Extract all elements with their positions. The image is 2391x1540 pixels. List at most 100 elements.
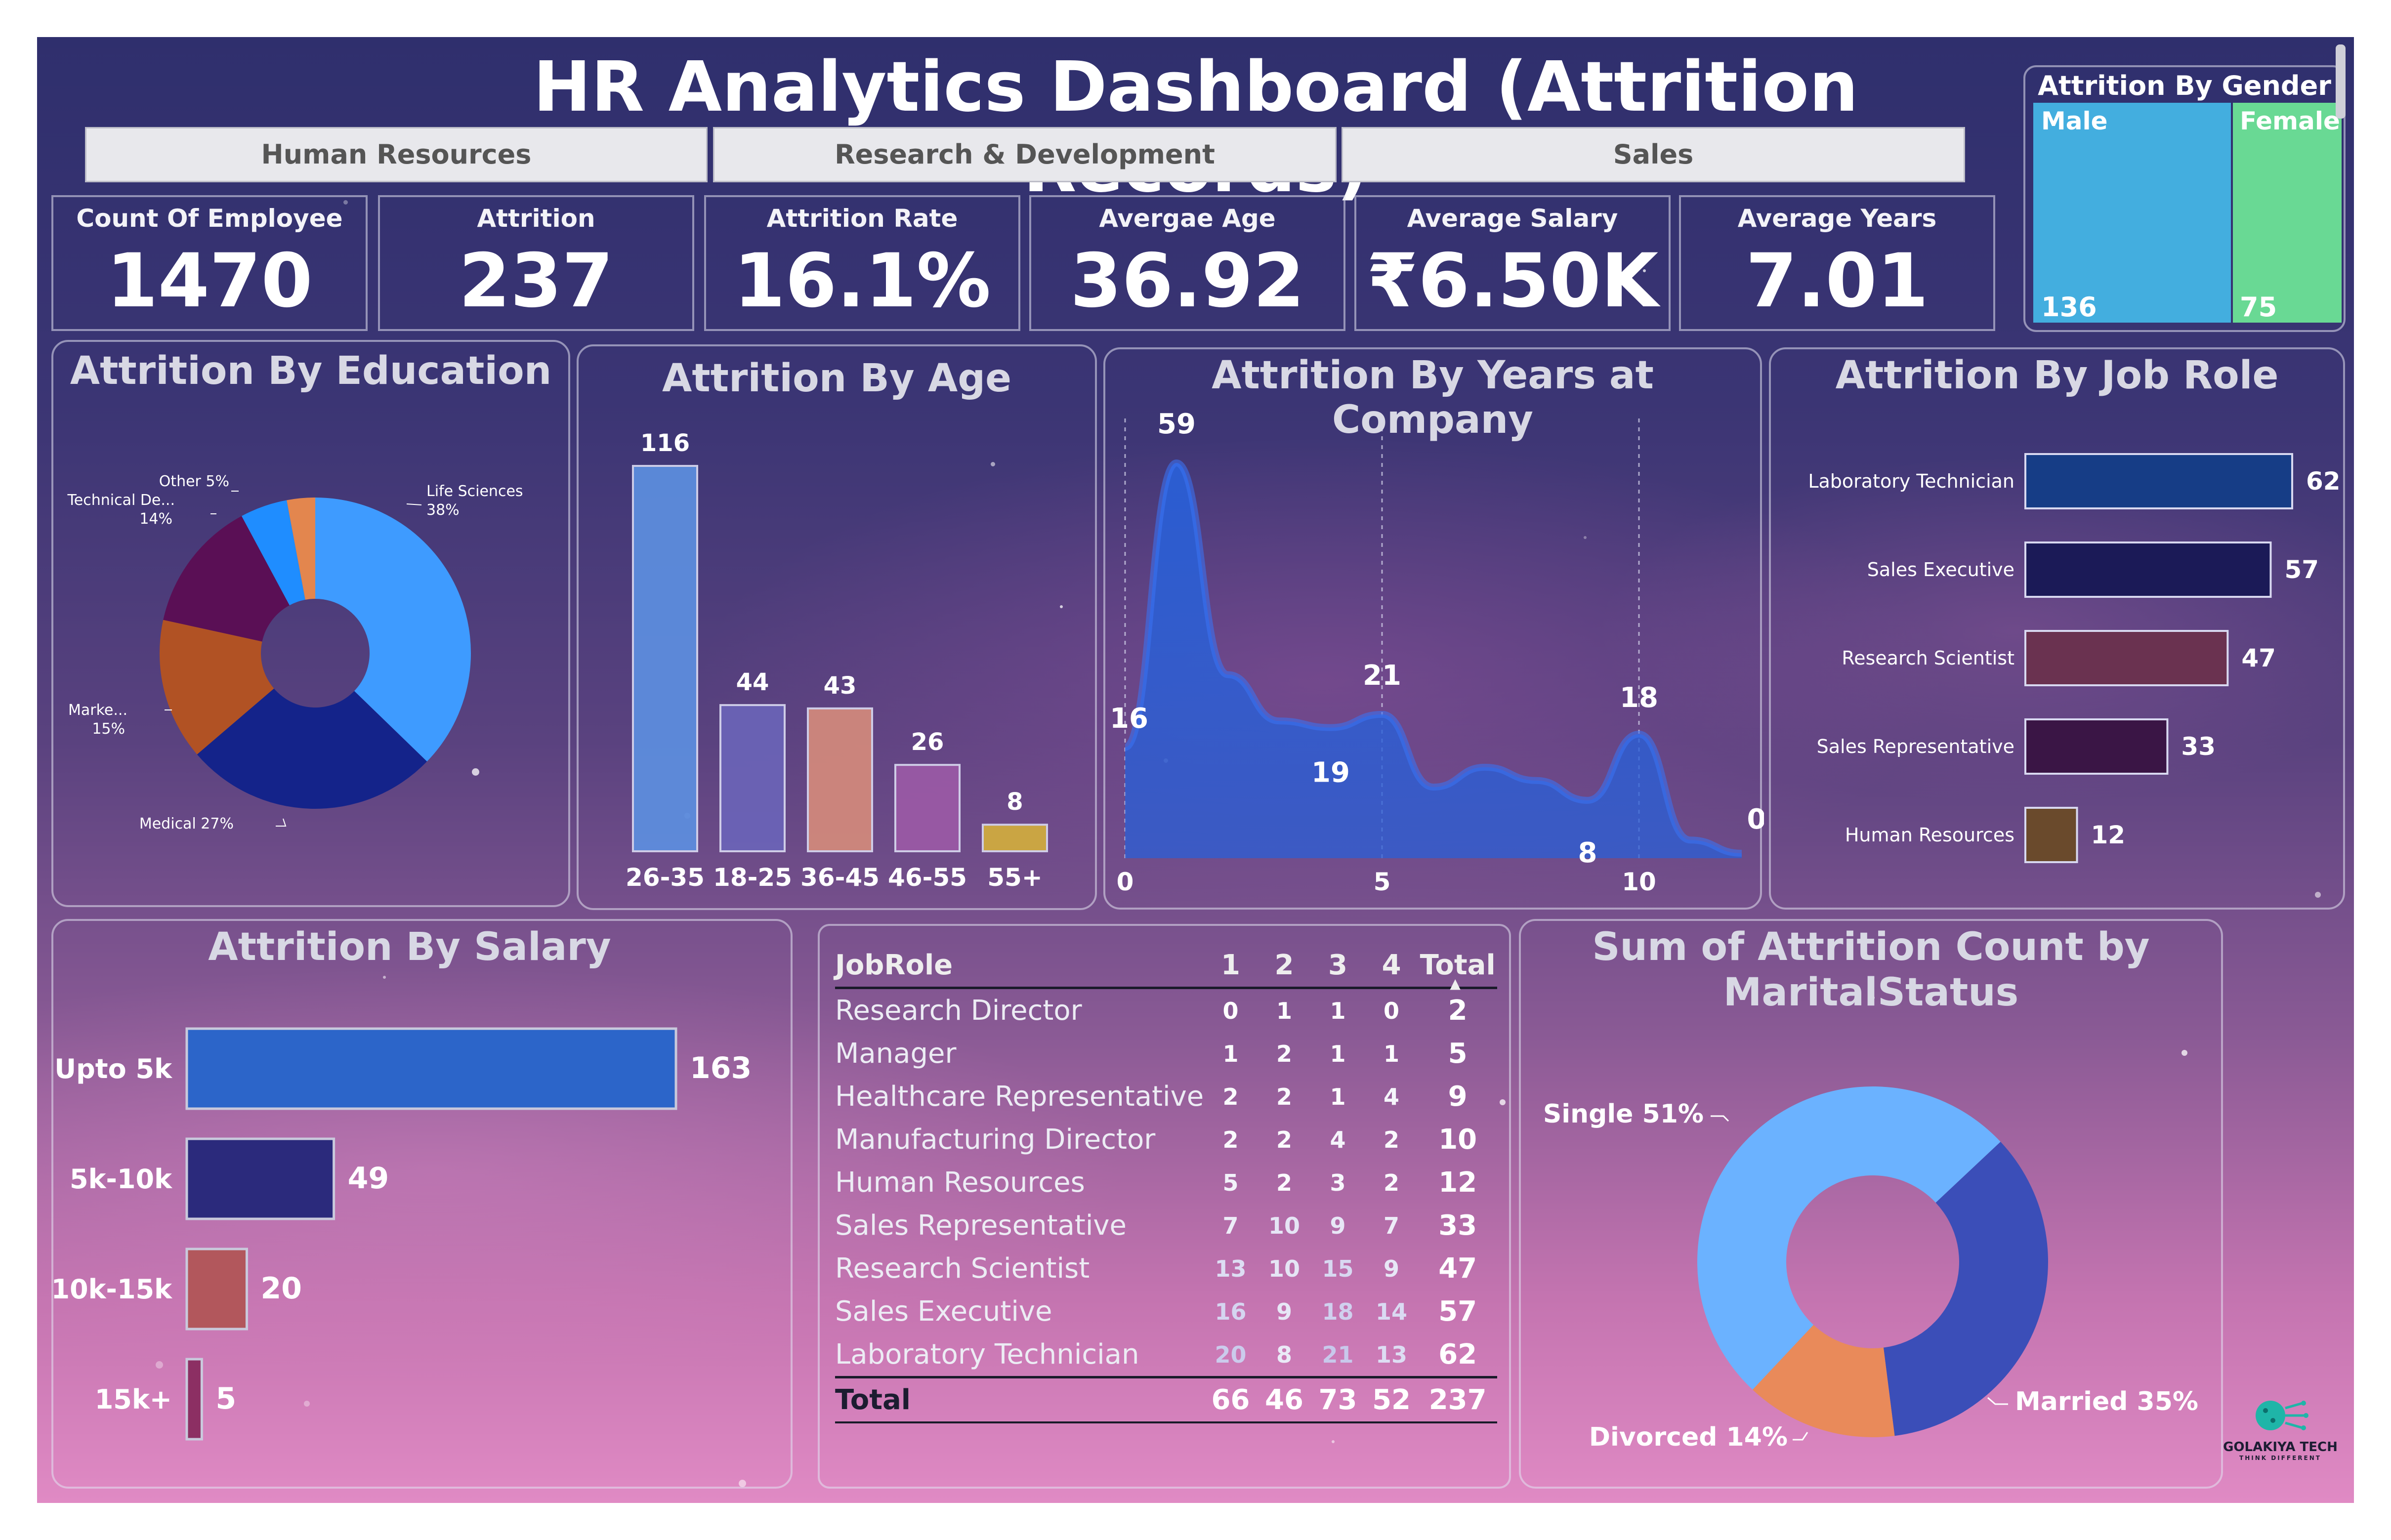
column-header-3[interactable]: 3: [1311, 944, 1365, 988]
cell-total: 33: [1438, 1209, 1477, 1242]
cell-c4: 2: [1384, 1169, 1400, 1196]
row-label: Research Director: [835, 995, 1082, 1027]
salary-bar-value: 163: [690, 1051, 752, 1085]
total-row-c3: 73: [1318, 1384, 1357, 1416]
salary-category: 10k-15k: [53, 1274, 172, 1305]
marital-label-single: Single 51%: [1543, 1099, 1704, 1129]
cell-c3: 9: [1330, 1212, 1346, 1239]
salary-bar-upto-5k: [185, 1027, 677, 1110]
table-row[interactable]: Laboratory Technician 20 8 21 13 62: [835, 1333, 1497, 1377]
age-bar-value: 116: [640, 429, 690, 457]
years-data-label: 19: [1311, 757, 1350, 789]
dashboard-canvas: HR Analytics Dashboard (Attrition Record…: [0, 0, 2391, 1540]
gender-title: Attrition By Gender: [2038, 70, 2331, 101]
jobrole-bar-value: 33: [2181, 732, 2216, 761]
kpi-count-of-employee: Count Of Employee 1470: [51, 195, 368, 331]
years-data-label: 59: [1157, 408, 1196, 440]
cell-c1: 13: [1215, 1255, 1247, 1282]
marital-leader-line: [1711, 1115, 1729, 1122]
marital-donut-chart: Single 51% Married 35% Divorced 14%: [1543, 1086, 2198, 1452]
gender-male-label: Male: [2041, 107, 2108, 135]
cell-c4: 4: [1384, 1083, 1400, 1110]
column-header-1[interactable]: 1: [1204, 944, 1258, 988]
cell-total: 9: [1448, 1081, 1468, 1113]
cell-c2: 2: [1276, 1083, 1292, 1110]
gender-panel: Attrition By Gender Male 136 Female 75: [2023, 65, 2346, 332]
cell-c2: 2: [1276, 1126, 1292, 1153]
table-row[interactable]: Research Director 0 1 1 0 2: [835, 988, 1497, 1033]
scrollbar[interactable]: [2336, 44, 2346, 119]
salary-category: 15k+: [95, 1384, 172, 1415]
cell-c1: 2: [1222, 1126, 1239, 1153]
row-label: Human Resources: [835, 1166, 1085, 1199]
table-row[interactable]: Human Resources 5 2 3 2 12: [835, 1161, 1497, 1204]
jobrole-bar-value: 47: [2241, 644, 2276, 672]
jobrole-panel: Attrition By Job Role Laboratory Technic…: [1769, 347, 2345, 910]
table-row[interactable]: Manager 1 2 1 1 5: [835, 1032, 1497, 1075]
total-row-label: Total: [835, 1384, 911, 1416]
age-bar-18-25: [719, 704, 786, 852]
cell-c3: 3: [1330, 1169, 1346, 1196]
cell-c4: 13: [1376, 1341, 1408, 1368]
cell-c2: 10: [1268, 1255, 1300, 1282]
cell-c3: 18: [1322, 1298, 1354, 1325]
age-bar-category: 36-45: [800, 863, 880, 892]
tab-sales[interactable]: Sales: [1342, 127, 1965, 182]
gender-female-value: 75: [2240, 291, 2277, 323]
age-bar-55: [982, 824, 1048, 853]
age-bar-category: 26-35: [626, 863, 705, 892]
marital-panel: Sum of Attrition Count by MaritalStatus …: [1519, 919, 2223, 1489]
gender-female-label: Female: [2240, 107, 2340, 135]
kpi-attrition-rate: Attrition Rate 16.1%: [704, 195, 1020, 331]
cell-c2: 2: [1276, 1040, 1292, 1067]
table-row[interactable]: Sales Executive 16 9 18 14 57: [835, 1290, 1497, 1333]
kpi-average-age: Avergae Age 36.92: [1029, 195, 1345, 331]
column-header-4[interactable]: 4: [1365, 944, 1419, 988]
table-row[interactable]: Manufacturing Director 2 2 4 2 10: [835, 1118, 1497, 1161]
cell-c3: 1: [1330, 997, 1346, 1024]
salary-category: 5k-10k: [70, 1164, 172, 1195]
gender-female-block[interactable]: Female 75: [2233, 103, 2342, 323]
age-bar-26-35: [632, 465, 698, 852]
years-data-label: 18: [1620, 682, 1658, 714]
cell-c3: 21: [1322, 1341, 1354, 1368]
salary-bar-10k-15k: [185, 1248, 248, 1331]
row-label: Healthcare Representative: [835, 1081, 1204, 1113]
tab-research-development[interactable]: Research & Development: [713, 127, 1337, 182]
jobrole-bar-sales-executive: [2024, 541, 2272, 598]
kpi-label: Attrition Rate: [766, 204, 958, 233]
cell-c3: 1: [1330, 1083, 1346, 1110]
cell-total: 62: [1438, 1338, 1477, 1371]
total-row-c4: 52: [1372, 1384, 1411, 1416]
education-pct-technical-degree: 14%: [139, 510, 172, 528]
jobrole-bar-value: 57: [2284, 555, 2319, 584]
jobrole-bar-chart: Laboratory Technician 62 Sales Executive 57…: [1808, 453, 2341, 863]
cell-c2: 9: [1276, 1298, 1292, 1325]
column-header-jobrole[interactable]: JobRole: [835, 944, 1204, 988]
years-xtick: 5: [1374, 868, 1391, 896]
column-header-2[interactable]: 2: [1258, 944, 1311, 988]
years-data-label: 0: [1747, 803, 1764, 835]
gender-male-block[interactable]: Male 136: [2033, 103, 2231, 323]
company-logo: GOLAKIYA TECH THINK DIFFERENT: [2219, 1393, 2342, 1472]
education-label-other: Other 5%: [159, 473, 229, 490]
row-label: Manufacturing Director: [835, 1124, 1156, 1156]
education-pct-life-sciences: 38%: [426, 501, 460, 519]
tab-human-resources[interactable]: Human Resources: [85, 127, 708, 182]
age-bar-value: 43: [824, 672, 857, 700]
kpi-value: 1470: [106, 238, 313, 324]
marital-leader-line: [1793, 1432, 1808, 1441]
table-row[interactable]: Research Scientist 13 10 15 9 47: [835, 1247, 1497, 1290]
age-bar-value: 44: [736, 668, 769, 696]
cell-c1: 20: [1215, 1341, 1247, 1368]
education-label-medical: Medical 27%: [139, 815, 234, 832]
table-row[interactable]: Healthcare Representative 2 2 1 4 9: [835, 1075, 1497, 1118]
cell-total: 57: [1438, 1295, 1477, 1328]
table-row[interactable]: Sales Representative 7 10 9 7 33: [835, 1204, 1497, 1247]
column-header-total[interactable]: Total ▲: [1418, 944, 1497, 992]
education-label-life-sciences: Life Sciences: [426, 483, 523, 500]
jobrole-category: Laboratory Technician: [1808, 470, 2014, 492]
jobrole-category: Research Scientist: [1842, 647, 2014, 669]
education-pct-marketing: 15%: [92, 720, 125, 738]
row-label: Sales Executive: [835, 1295, 1052, 1328]
